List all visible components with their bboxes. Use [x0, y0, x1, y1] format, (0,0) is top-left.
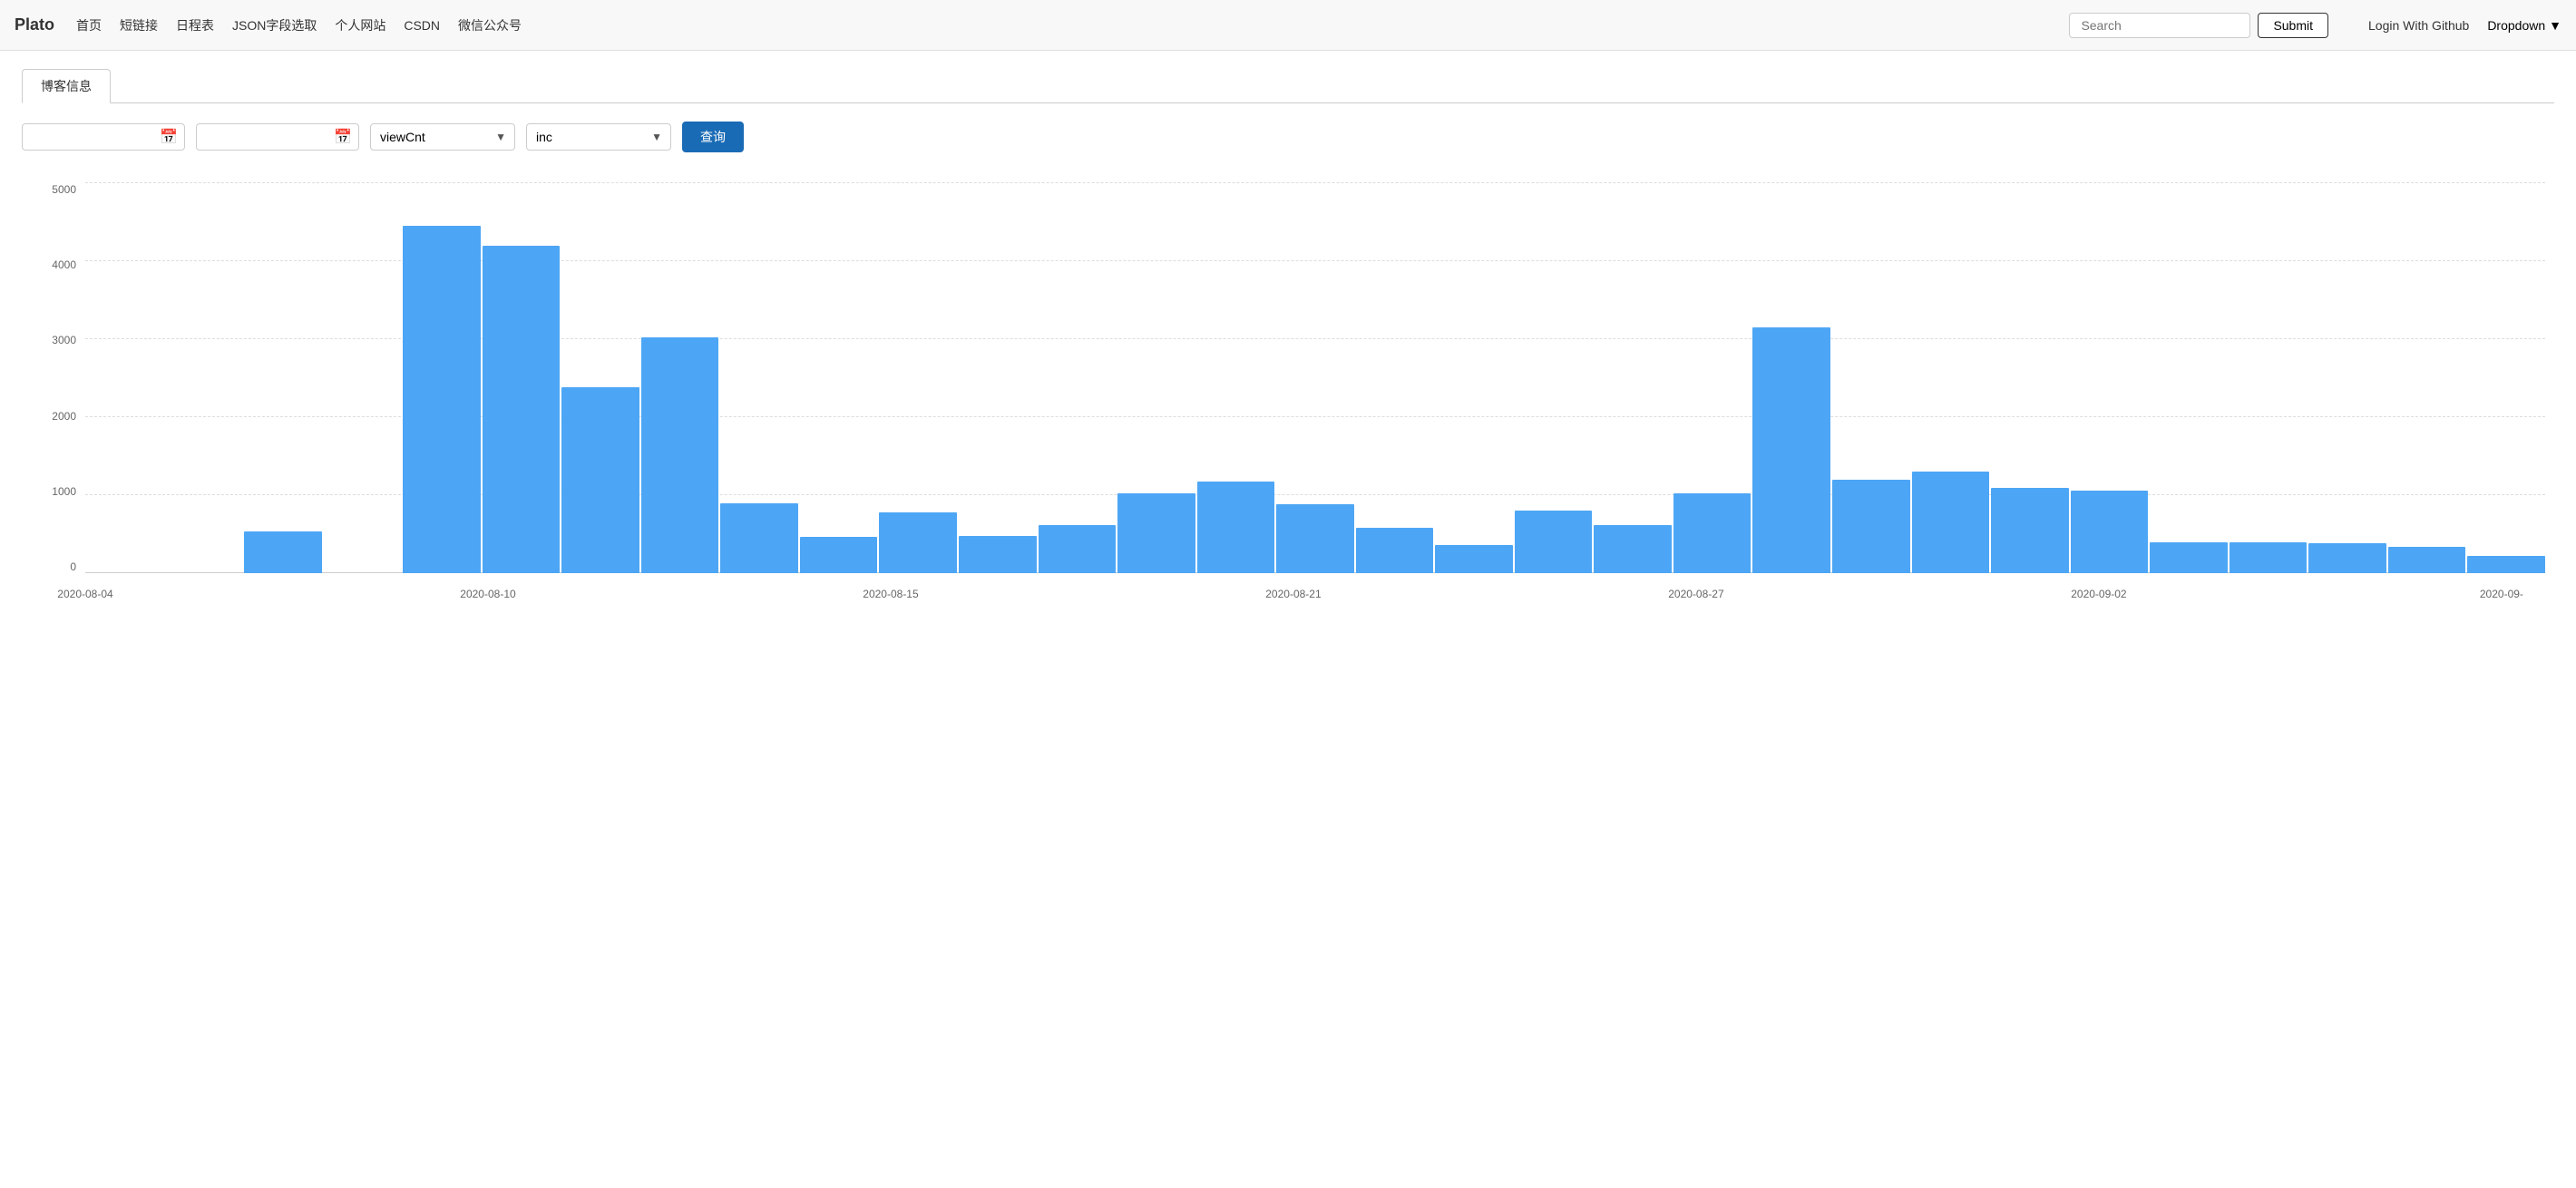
tab-bar: 博客信息 [22, 69, 2554, 103]
field-select-wrap: viewCntcommentCntcollectCnt ▼ [370, 123, 515, 151]
bar [959, 536, 1037, 573]
login-link[interactable]: Login With Github [2368, 18, 2469, 33]
bar [1276, 504, 1354, 573]
bar [2467, 556, 2545, 573]
bar [2388, 547, 2466, 573]
bar [1752, 327, 1830, 573]
x-axis-label: 2020-08-27 [1668, 588, 1723, 600]
x-axis-label: 2020-08-04 [57, 588, 112, 600]
bar [1117, 493, 1195, 573]
y-axis-label: 5000 [31, 183, 76, 196]
bar [1515, 511, 1593, 573]
chart-container: 0 1000 2000 3000 4000 5000 2020-08-04 2020-08-1… [22, 174, 2554, 637]
date-start-wrap: 📅 [22, 123, 185, 151]
filter-row: 📅 📅 viewCntcommentCntcollectCnt ▼ incdec… [22, 122, 2554, 152]
y-axis-label: 2000 [31, 410, 76, 423]
nav-item[interactable]: 首页 [76, 16, 102, 34]
brand-logo[interactable]: Plato [15, 15, 54, 34]
query-button[interactable]: 查询 [682, 122, 744, 152]
bar [2230, 542, 2308, 573]
bar [1912, 472, 1990, 573]
x-axis-label: 2020-08-21 [1265, 588, 1321, 600]
bar [483, 246, 561, 573]
nav-links: 首页短链接日程表 JSON字段选取个人网站 CSDN 微信公众号 [76, 16, 522, 34]
search-area: Submit [2069, 13, 2328, 38]
search-input[interactable] [2069, 13, 2250, 38]
navbar: Plato 首页短链接日程表 JSON字段选取个人网站 CSDN 微信公众号 Subm… [0, 0, 2576, 51]
order-select-wrap: incdec ▼ [526, 123, 671, 151]
y-axis: 0 1000 2000 3000 4000 5000 [31, 183, 76, 573]
y-axis-label: 4000 [31, 258, 76, 271]
bar [879, 512, 957, 573]
x-axis-label: 2020-09- [2480, 588, 2523, 600]
x-axis: 2020-08-042020-08-102020-08-152020-08-21… [85, 588, 2545, 600]
bar [561, 387, 639, 573]
bar [1673, 493, 1751, 573]
nav-item[interactable]: CSDN [404, 18, 440, 33]
date-end-wrap: 📅 [196, 123, 359, 151]
chart-inner: 0100020003000400050002020-08-042020-08-1… [85, 183, 2545, 600]
bar [1435, 545, 1513, 573]
bar [1039, 525, 1117, 573]
bar [2071, 491, 2149, 573]
bar [800, 537, 878, 573]
bar [1197, 482, 1275, 573]
nav-item[interactable]: 微信公众号 [458, 16, 522, 34]
order-select[interactable]: incdec [526, 123, 671, 151]
chevron-down-icon: ▼ [2549, 18, 2561, 33]
calendar-start-icon[interactable]: 📅 [160, 128, 178, 146]
nav-item[interactable]: JSON字段选取 [232, 16, 317, 34]
bar [2150, 542, 2228, 573]
nav-item[interactable]: 日程表 [176, 16, 214, 34]
bar [641, 337, 719, 573]
x-axis-label: 2020-08-10 [460, 588, 515, 600]
x-axis-label: 2020-08-15 [863, 588, 918, 600]
y-axis-label: 1000 [31, 485, 76, 498]
nav-item[interactable]: 短链接 [120, 16, 158, 34]
y-axis-label: 0 [31, 560, 76, 573]
bar [1356, 528, 1434, 573]
bars-area [85, 183, 2545, 573]
bar [1594, 525, 1672, 573]
dropdown-button[interactable]: Dropdown ▼ [2487, 18, 2561, 33]
bar [1832, 480, 1910, 573]
x-axis-label: 2020-09-02 [2071, 588, 2126, 600]
bar [244, 531, 322, 573]
y-axis-label: 3000 [31, 334, 76, 346]
field-select[interactable]: viewCntcommentCntcollectCnt [370, 123, 515, 151]
bar [2308, 543, 2386, 573]
nav-item[interactable]: 个人网站 [335, 16, 385, 34]
bar [720, 503, 798, 573]
calendar-end-icon[interactable]: 📅 [334, 128, 352, 146]
main-content: 博客信息 📅 📅 viewCntcommentCntcollectCnt ▼ i… [0, 51, 2576, 655]
tab-blog-info[interactable]: 博客信息 [22, 69, 111, 103]
bar [1991, 488, 2069, 573]
bar [403, 226, 481, 573]
navbar-right: Login With Github Dropdown ▼ [2368, 18, 2561, 33]
submit-button[interactable]: Submit [2258, 13, 2328, 38]
